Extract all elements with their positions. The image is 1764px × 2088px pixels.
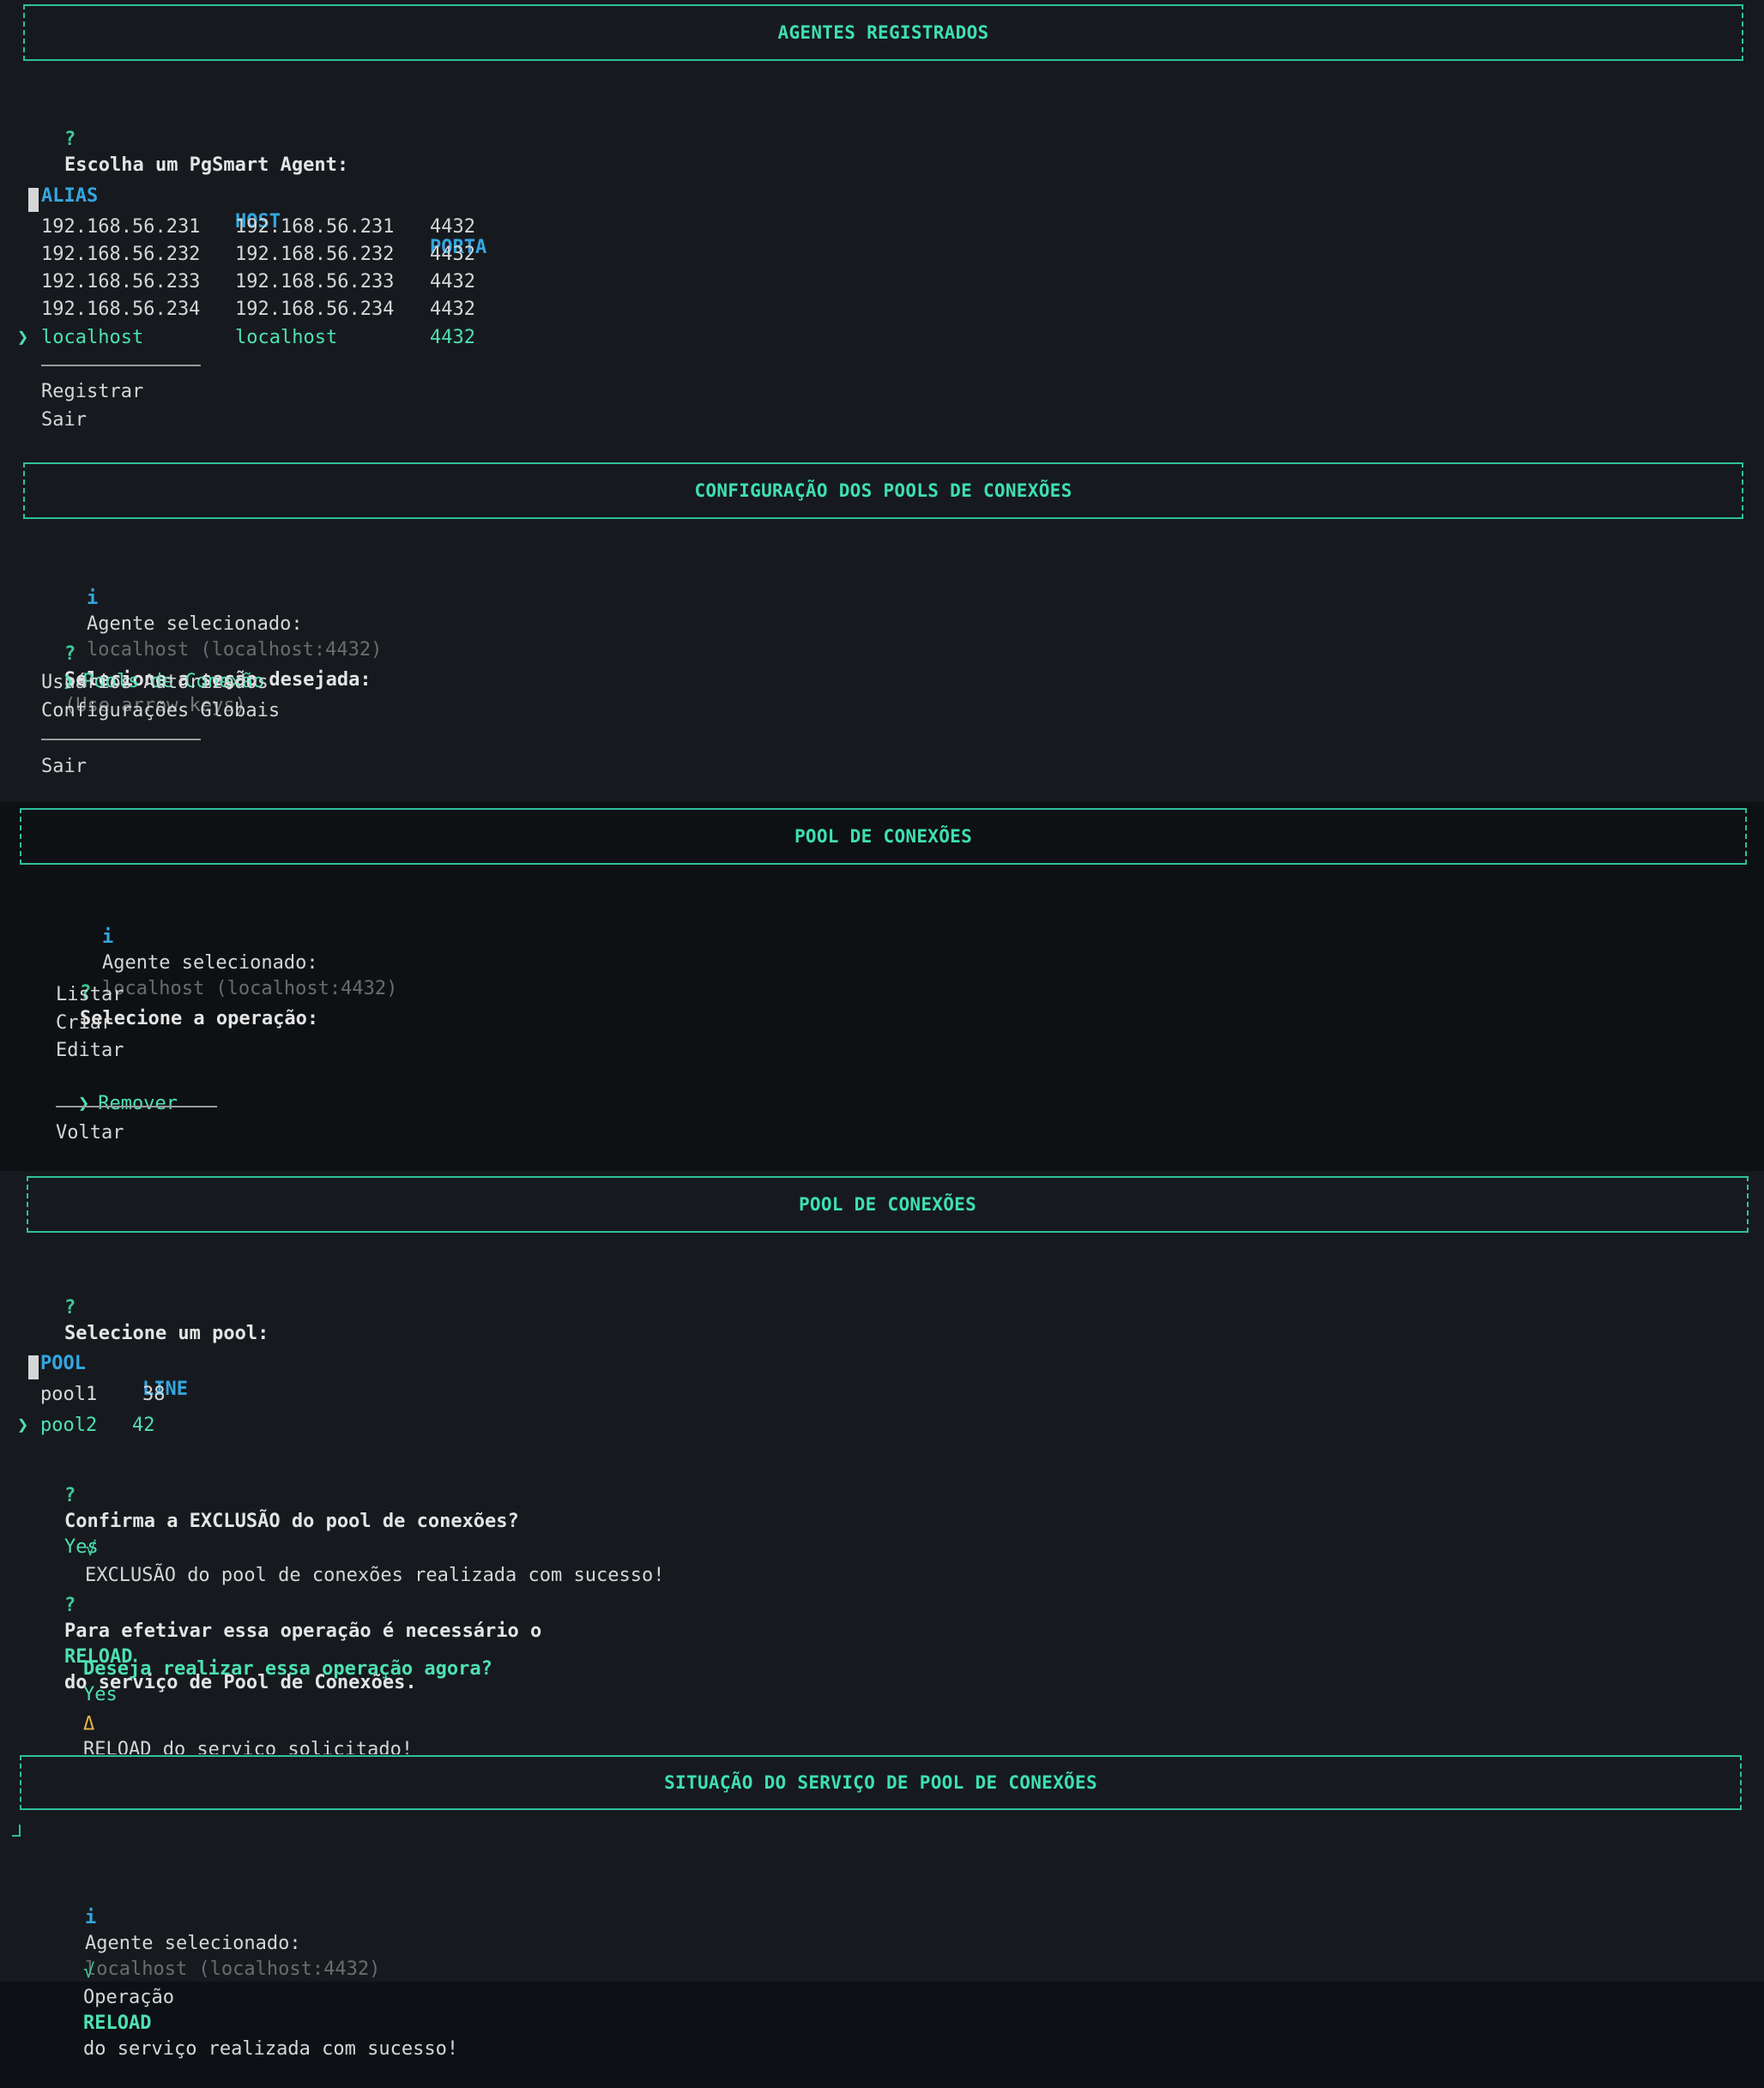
info-icon: i — [101, 926, 114, 948]
selection-pointer-icon: ❯ — [77, 1093, 90, 1114]
table-row-selected[interactable]: ❯ pool2 42 — [0, 1413, 343, 1439]
menu-item-sair[interactable]: Sair — [41, 754, 87, 780]
selection-pointer-icon: ❯ — [17, 327, 29, 348]
question-icon: ? — [63, 1485, 76, 1506]
header-box: AGENTES REGISTRADOS — [23, 4, 1743, 61]
table-header: POOL LINE — [0, 1325, 343, 1400]
separator — [41, 365, 201, 366]
reload-now-line: Deseja realizar essa operação agora? Yes — [38, 1631, 492, 1705]
row-host: localhost — [235, 327, 338, 348]
reload-line: ? Para efetivar essa operação é necessár… — [19, 1567, 541, 1693]
row-line: 42 — [132, 1415, 155, 1436]
info-value: localhost (localhost:4432) — [84, 1958, 381, 1980]
menu-item-listar[interactable]: Listar — [56, 982, 124, 1008]
ok-text-pre: Operação — [82, 1987, 174, 2008]
header-box: SITUAÇÃO DO SERVIÇO DE POOL DE CONEXÕES — [20, 1755, 1742, 1810]
table-header: ALIAS HOST PORTA — [0, 158, 601, 258]
section-title: SITUAÇÃO DO SERVIÇO DE POOL DE CONEXÕES — [664, 1772, 1097, 1793]
row-pool: pool1 — [40, 1384, 98, 1405]
info-icon: i — [86, 588, 99, 609]
info-line: i Agente selecionado: localhost (localho… — [57, 899, 397, 999]
section-title: AGENTES REGISTRADOS — [777, 22, 989, 43]
row-pool: pool2 — [40, 1415, 98, 1436]
header-box: CONFIGURAÇÃO DOS POOLS DE CONEXÕES — [23, 462, 1743, 519]
success-line: √ EXCLUSÃO do pool de conexões realizada… — [39, 1512, 665, 1586]
column-pool: POOL — [40, 1353, 86, 1374]
header-box: POOL DE CONEXÕES — [27, 1176, 1749, 1233]
warning-icon: Δ — [82, 1713, 95, 1735]
prompt-text: Selecione a operação: — [79, 1008, 319, 1029]
terminal-cursor — [28, 1355, 39, 1379]
confirm-line: ? Confirma a EXCLUSÃO do pool de conexõe… — [19, 1457, 519, 1558]
separator — [56, 1106, 217, 1107]
menu-item-criar[interactable]: Criar — [56, 1011, 112, 1036]
table-row[interactable]: pool1 38 — [0, 1382, 343, 1408]
question-icon: ? — [63, 1297, 76, 1319]
panel-pool-operacao: POOL DE CONEXÕES i Agente selecionado: l… — [0, 802, 1764, 1171]
menu-item-voltar[interactable]: Voltar — [56, 1120, 124, 1146]
ok-line: √ Operação RELOAD do serviço realizada c… — [38, 1934, 458, 2060]
menu-item-editar[interactable]: Editar — [56, 1038, 124, 1064]
info-line: i Agente selecionado: localhost (localho… — [39, 1880, 380, 1980]
column-alias: ALIAS — [41, 185, 99, 207]
terminal-corner-mark — [12, 1825, 21, 1837]
section-title: POOL DE CONEXÕES — [794, 826, 973, 847]
menu-item-sair[interactable]: Sair — [41, 407, 87, 433]
selection-pointer-icon: ❯ — [17, 1415, 29, 1436]
menu-item-configuracoes-globais[interactable]: Configurações Globais — [41, 698, 280, 724]
row-line: 38 — [142, 1384, 166, 1405]
row-host: 192.168.56.232 — [235, 244, 395, 265]
row-port: 4432 — [430, 327, 475, 348]
ok-keyword: RELOAD — [82, 2013, 152, 2034]
info-value: localhost (localhost:4432) — [101, 978, 398, 999]
check-icon: √ — [84, 1539, 97, 1560]
panel-configuracao: CONFIGURAÇÃO DOS POOLS DE CONEXÕES i Age… — [0, 459, 1764, 802]
prompt-line: ? Selecione a seção desejada: (Use arrow… — [19, 616, 372, 716]
section-title: POOL DE CONEXÕES — [798, 1194, 977, 1215]
row-port: 4432 — [430, 216, 475, 238]
prompt-line: ? Selecione um pool: — [19, 1270, 269, 1344]
table-row[interactable]: 192.168.56.232 192.168.56.232 4432 — [0, 242, 601, 268]
row-host: 192.168.56.233 — [235, 271, 395, 293]
panel-pool-remover: POOL DE CONEXÕES ? Selecione um pool: PO… — [0, 1171, 1764, 1760]
menu-item-remover[interactable]: ❯ Remover — [33, 1065, 178, 1114]
prompt-line: ? Escolha um PgSmart Agent: — [19, 101, 348, 176]
row-port: 4432 — [430, 271, 475, 293]
table-row[interactable]: 192.168.56.234 192.168.56.234 4432 — [0, 297, 601, 323]
ok-text-post: do serviço realizada com sucesso! — [82, 2038, 459, 2060]
separator — [41, 739, 201, 740]
row-alias: 192.168.56.233 — [41, 271, 201, 293]
row-host: 192.168.56.231 — [235, 216, 395, 238]
prompt-line: ? Selecione a operação: — [34, 955, 318, 1029]
info-icon: i — [84, 1907, 97, 1928]
table-row[interactable]: 192.168.56.231 192.168.56.231 4432 — [0, 214, 601, 240]
row-port: 4432 — [430, 244, 475, 265]
reload-now-question: Deseja realizar essa operação agora? — [82, 1658, 492, 1680]
question-icon: ? — [63, 1595, 76, 1616]
row-alias: 192.168.56.232 — [41, 244, 201, 265]
header-box: POOL DE CONEXÕES — [20, 808, 1747, 865]
table-row[interactable]: 192.168.56.233 192.168.56.233 4432 — [0, 269, 601, 295]
info-line: i Agente selecionado: localhost (localho… — [41, 560, 382, 661]
row-alias: 192.168.56.234 — [41, 299, 201, 320]
row-alias: localhost — [41, 327, 144, 348]
menu-item-pools-de-conexao[interactable]: ❯ Pools de Conexão — [17, 643, 264, 692]
row-port: 4432 — [430, 299, 475, 320]
menu-item-usuarios-autorizados[interactable]: Usuários Autorizados — [41, 670, 269, 696]
check-icon: √ — [82, 1961, 95, 1982]
menu-item-registrar[interactable]: Registrar — [41, 379, 143, 405]
question-icon: ? — [63, 129, 76, 150]
section-title: CONFIGURAÇÃO DOS POOLS DE CONEXÕES — [694, 480, 1072, 501]
terminal-cursor — [28, 188, 39, 212]
table-row-selected[interactable]: ❯ localhost localhost 4432 — [0, 325, 601, 351]
panel-agentes: AGENTES REGISTRADOS ? Escolha um PgSmart… — [0, 0, 1764, 459]
panel-situacao-servico: SITUAÇÃO DO SERVIÇO DE POOL DE CONEXÕES … — [0, 1754, 1764, 2060]
row-alias: 192.168.56.231 — [41, 216, 201, 238]
row-host: 192.168.56.234 — [235, 299, 395, 320]
option-label: Remover — [98, 1093, 178, 1114]
warning-line: Δ RELOAD do serviço solicitado! — [38, 1686, 413, 1760]
